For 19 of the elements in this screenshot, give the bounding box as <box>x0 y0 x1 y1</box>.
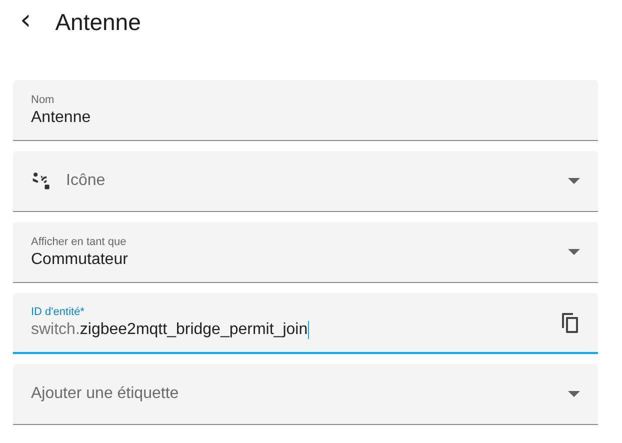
icon-select-field[interactable]: Icône <box>13 151 598 212</box>
field-label: Nom <box>31 94 56 106</box>
field-label: ID d'entité* <box>31 306 86 318</box>
field-value: Antenne <box>31 108 92 126</box>
entity-id-field[interactable]: ID d'entité* switch.zigbee2mqtt_bridge_permit_join <box>13 293 598 354</box>
dropdown-arrow-icon[interactable] <box>568 178 580 184</box>
select-field[interactable]: Ajouter une étiquette <box>13 364 598 425</box>
copy-icon[interactable] <box>560 312 580 334</box>
dropdown-arrow-icon[interactable] <box>568 249 580 255</box>
field-label: Afficher en tant que <box>31 236 128 248</box>
field-placeholder: Ajouter une étiquette <box>31 385 180 403</box>
page-title: Antenne <box>55 8 141 36</box>
name-field[interactable]: Nom Antenne <box>13 80 598 141</box>
field-placeholder: Icône <box>66 172 106 190</box>
field-value: switch.zigbee2mqtt_bridge_permit_join <box>31 321 310 339</box>
select-field[interactable]: Afficher en tant que Commutateur <box>13 222 598 283</box>
back-button[interactable]: ‹ <box>18 6 34 38</box>
dropdown-arrow-icon[interactable] <box>568 391 580 397</box>
field-value: Commutateur <box>31 250 129 268</box>
